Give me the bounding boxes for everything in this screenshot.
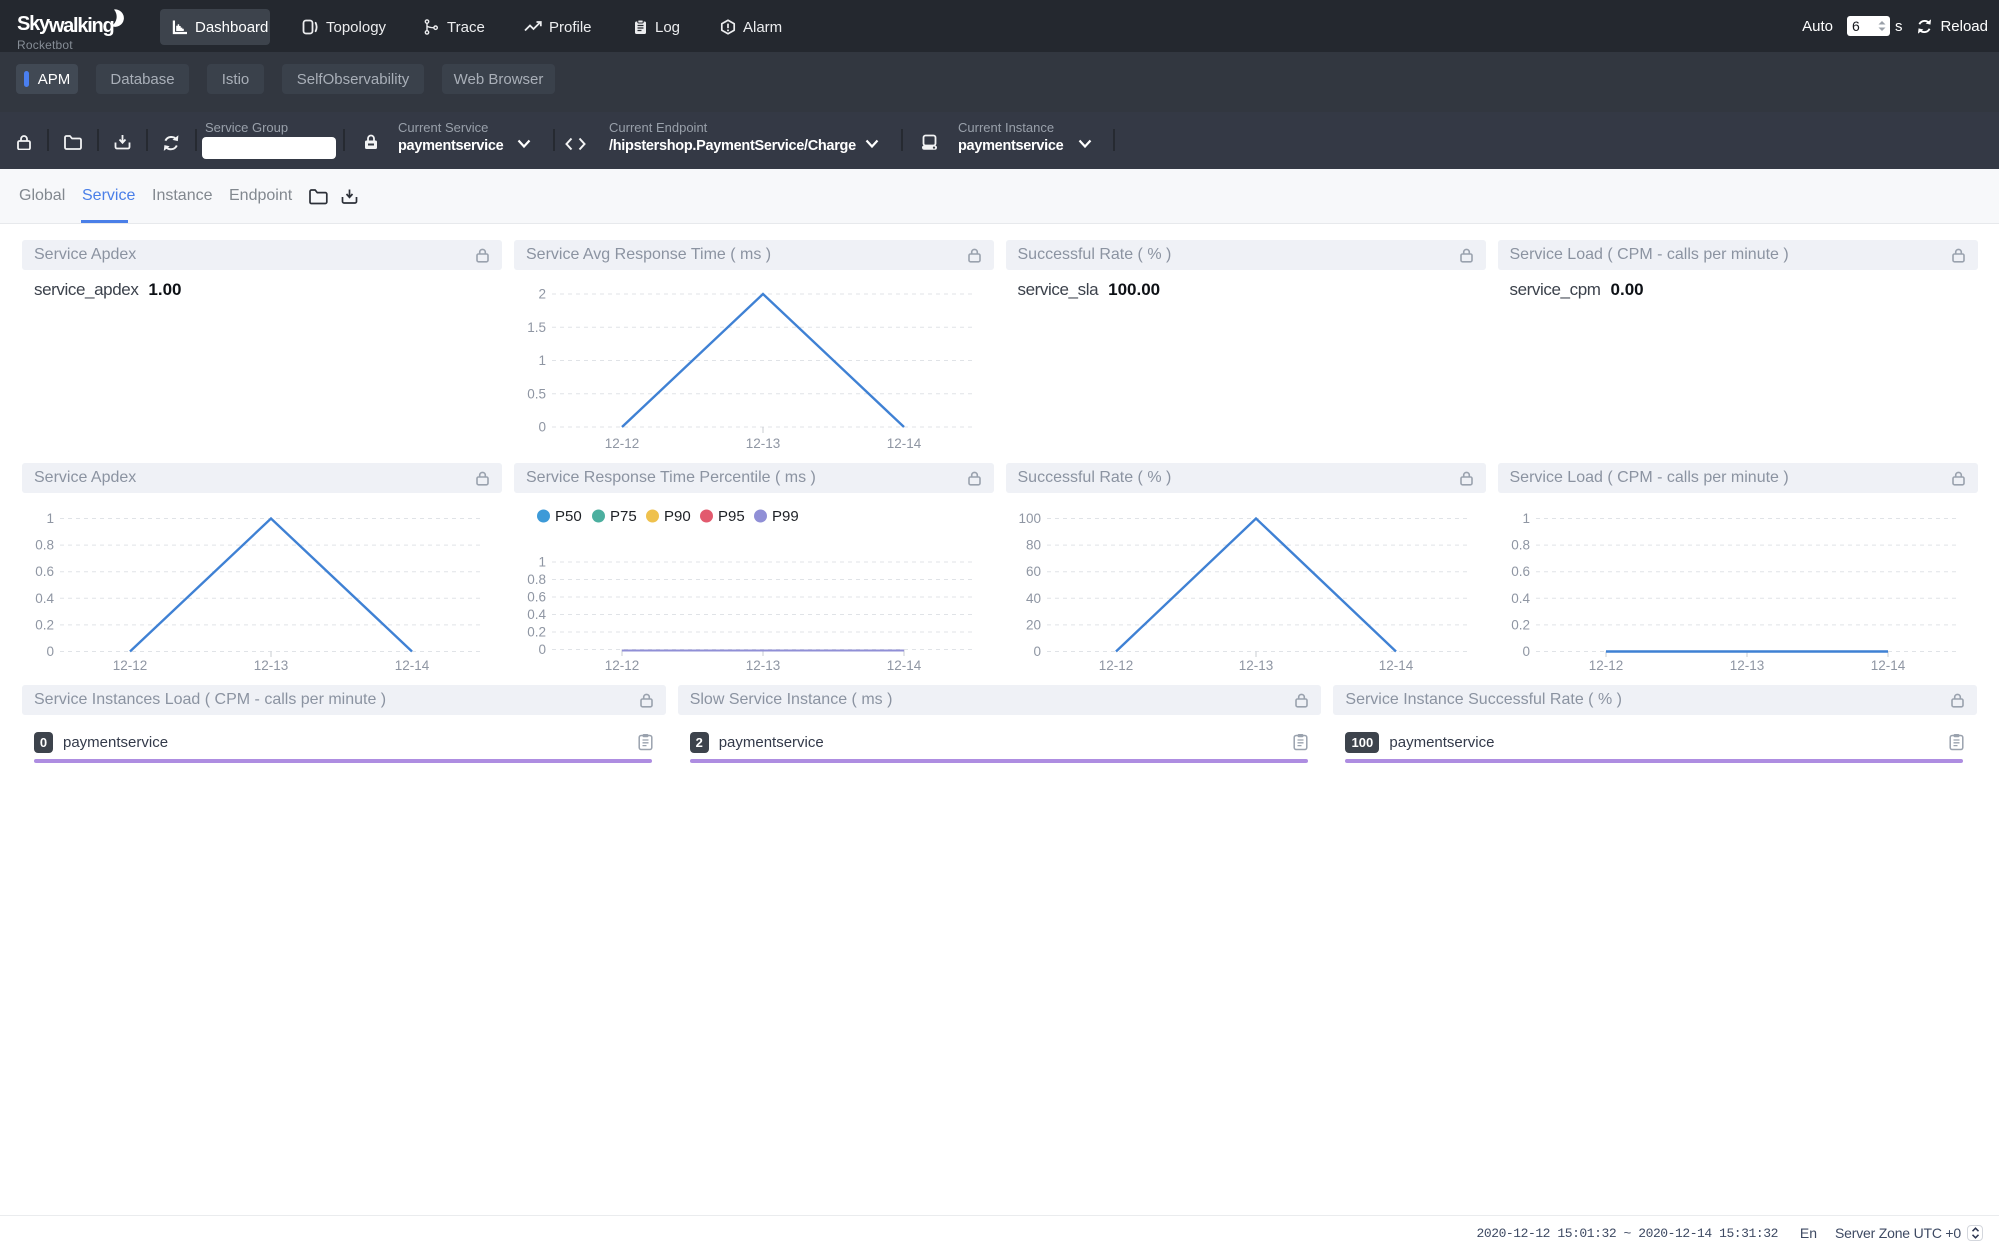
svg-text:P75: P75	[610, 508, 637, 525]
svg-text:0.8: 0.8	[1511, 538, 1530, 553]
svg-text:0.5: 0.5	[527, 386, 546, 401]
svg-text:0.2: 0.2	[35, 617, 54, 632]
svg-text:0.2: 0.2	[527, 625, 546, 640]
svg-text:12-13: 12-13	[746, 436, 781, 451]
svg-text:12-12: 12-12	[605, 658, 640, 673]
svg-text:12-14: 12-14	[395, 658, 430, 673]
svg-text:P90: P90	[664, 508, 691, 525]
svg-text:0.8: 0.8	[527, 572, 546, 587]
svg-text:0.6: 0.6	[1511, 564, 1530, 579]
svg-text:12-13: 12-13	[1238, 658, 1273, 673]
svg-text:12-14: 12-14	[1870, 658, 1905, 673]
svg-text:0: 0	[538, 420, 546, 435]
svg-text:0.6: 0.6	[527, 590, 546, 605]
svg-text:0.2: 0.2	[1511, 617, 1530, 632]
svg-text:1: 1	[46, 511, 54, 526]
svg-text:12-12: 12-12	[113, 658, 148, 673]
svg-text:1: 1	[538, 555, 546, 570]
svg-text:0: 0	[1033, 644, 1041, 659]
svg-text:100: 100	[1018, 511, 1041, 526]
svg-text:12-13: 12-13	[746, 658, 781, 673]
svg-text:1: 1	[538, 353, 546, 368]
svg-text:12-14: 12-14	[887, 658, 922, 673]
svg-text:0.4: 0.4	[1511, 591, 1530, 606]
svg-text:0.4: 0.4	[35, 591, 54, 606]
svg-text:P50: P50	[555, 508, 582, 525]
svg-text:40: 40	[1025, 591, 1040, 606]
svg-text:60: 60	[1025, 564, 1040, 579]
svg-text:12-12: 12-12	[1098, 658, 1133, 673]
svg-text:20: 20	[1025, 617, 1040, 632]
svg-text:12-14: 12-14	[1378, 658, 1413, 673]
svg-text:0.6: 0.6	[35, 564, 54, 579]
svg-text:1.5: 1.5	[527, 320, 546, 335]
svg-text:12-13: 12-13	[1729, 658, 1764, 673]
svg-text:12-13: 12-13	[254, 658, 289, 673]
svg-text:2: 2	[538, 287, 546, 302]
svg-text:P95: P95	[718, 508, 745, 525]
svg-text:P99: P99	[772, 508, 799, 525]
svg-text:12-12: 12-12	[605, 436, 640, 451]
svg-text:0: 0	[1522, 644, 1530, 659]
svg-text:12-14: 12-14	[887, 436, 922, 451]
svg-text:0: 0	[46, 644, 54, 659]
svg-text:1: 1	[1522, 511, 1530, 526]
svg-text:80: 80	[1025, 538, 1040, 553]
svg-text:0.4: 0.4	[527, 607, 546, 622]
svg-text:0.8: 0.8	[35, 538, 54, 553]
svg-text:12-12: 12-12	[1588, 658, 1623, 673]
svg-text:0: 0	[538, 642, 546, 657]
